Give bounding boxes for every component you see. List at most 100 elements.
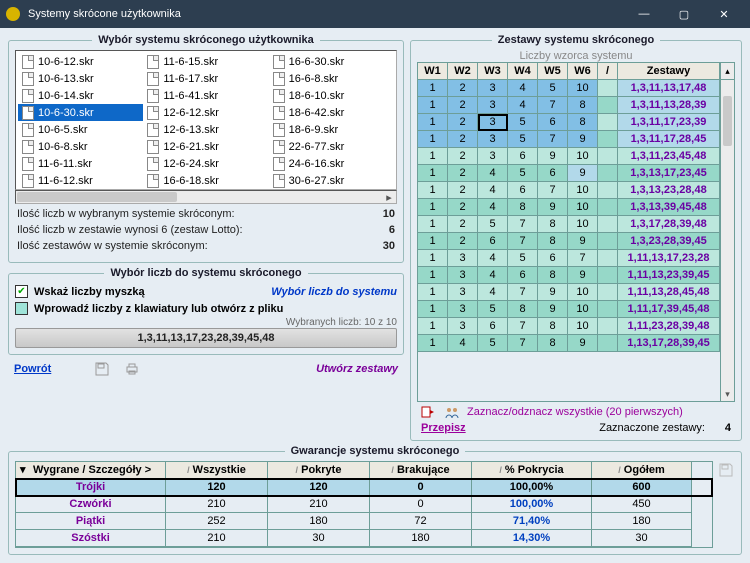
gw-header-cell[interactable]: / Wszystkie — [166, 462, 268, 479]
expand-icon[interactable]: ▾ — [20, 462, 30, 478]
print-icon[interactable] — [123, 361, 141, 377]
create-sets-link[interactable]: Utwórz zestawy — [316, 363, 398, 375]
file-item[interactable]: 11-6-17.skr — [143, 70, 268, 87]
file-name: 18-6-42.skr — [289, 107, 345, 119]
sets-cell: 3 — [448, 301, 478, 318]
sets-header-cell[interactable]: W4 — [508, 63, 538, 80]
mouse-checkbox[interactable]: ✔ — [15, 285, 28, 298]
sets-row[interactable]: 12578101,3,17,28,39,48 — [418, 216, 720, 233]
back-link[interactable]: Powrót — [14, 363, 51, 375]
rewrite-link[interactable]: Przepisz — [421, 422, 466, 434]
file-item[interactable]: 10-6-5.skr — [18, 121, 143, 138]
file-item[interactable]: 30-6-27.skr — [269, 172, 394, 189]
sets-row[interactable]: 1346891,11,13,23,39,45 — [418, 267, 720, 284]
file-list[interactable]: 10-6-12.skr11-6-15.skr 16-6-30.skr 10-6-13… — [15, 50, 397, 190]
file-item[interactable]: 12-6-24.skr — [143, 155, 268, 172]
save-guarantees-icon[interactable] — [717, 461, 735, 479]
file-item[interactable]: 18-6-42.skr — [269, 104, 394, 121]
file-item[interactable]: 12-6-13.skr — [143, 121, 268, 138]
sets-row[interactable]: 13479101,11,13,28,45,48 — [418, 284, 720, 301]
copy-icon[interactable] — [419, 404, 437, 420]
sets-row[interactable]: 1235791,3,11,17,28,45 — [418, 131, 720, 148]
file-item[interactable]: 16-6-30.skr — [269, 53, 394, 70]
gw-header-cell[interactable]: / Pokryte — [268, 462, 370, 479]
guarantees-table[interactable]: ▾ Wygrane / Szczegóły >/ Wszystkie/ Pokr… — [15, 461, 713, 548]
sort-icon[interactable]: / — [499, 465, 502, 475]
scroll-right-icon[interactable]: ▸ — [382, 191, 396, 203]
scroll-down-icon[interactable]: ▾ — [721, 387, 734, 401]
file-icon — [273, 89, 285, 103]
file-item[interactable]: 11-6-11.skr — [18, 155, 143, 172]
sets-vscroll[interactable]: ▾ — [720, 80, 734, 401]
file-item[interactable]: 12-6-12.skr — [143, 104, 268, 121]
file-item[interactable]: 18-6-9.skr — [269, 121, 394, 138]
file-item[interactable]: 24-6-16.skr — [269, 155, 394, 172]
sets-row[interactable]: 12467101,3,13,23,28,48 — [418, 182, 720, 199]
maximize-button[interactable]: ▢ — [664, 0, 704, 28]
sets-row[interactable]: 1345671,11,13,17,23,28 — [418, 250, 720, 267]
file-item[interactable]: 12-6-21.skr — [143, 138, 268, 155]
sort-icon[interactable]: / — [296, 465, 299, 475]
sets-cell: 7 — [568, 250, 598, 267]
sets-header-cell[interactable]: W5 — [538, 63, 568, 80]
sets-grid[interactable]: W1W2W3W4W5W6/Zestawy ▴ 12345101,3,11,13,… — [417, 62, 735, 402]
sort-icon[interactable]: / — [187, 465, 190, 475]
file-item[interactable]: 10-6-8.skr — [18, 138, 143, 155]
file-name: 12-6-12.skr — [163, 107, 219, 119]
sets-combo-cell: 1,3,11,13,17,48 — [618, 80, 720, 97]
file-item[interactable]: 10-6-14.skr — [18, 87, 143, 104]
gw-header-cell[interactable]: / Ogółem — [592, 462, 692, 479]
sets-row[interactable]: 13678101,11,23,28,39,48 — [418, 318, 720, 335]
sets-row[interactable]: 13589101,11,17,39,45,48 — [418, 301, 720, 318]
file-item[interactable]: 10-6-13.skr — [18, 70, 143, 87]
file-item[interactable]: 10-6-30.skr — [18, 104, 143, 121]
gw-header-cell[interactable]: ▾ Wygrane / Szczegóły > — [16, 462, 166, 479]
file-item[interactable]: 11-6-12.skr — [18, 172, 143, 189]
sets-row[interactable]: 12489101,3,13,39,45,48 — [418, 199, 720, 216]
file-name: 16-6-30.skr — [289, 56, 345, 68]
mark-all-link[interactable]: Zaznacz/odznacz wszystkie (20 pierwszych… — [467, 406, 683, 418]
sets-header-cell[interactable]: W6 — [568, 63, 598, 80]
file-item[interactable]: 18-6-10.skr — [269, 87, 394, 104]
sets-cell: 2 — [448, 199, 478, 216]
minimize-button[interactable]: — — [624, 0, 664, 28]
sets-header-cell[interactable]: W1 — [418, 63, 448, 80]
scroll-thumb[interactable] — [17, 192, 177, 202]
scroll-up-icon[interactable]: ▴ — [720, 63, 734, 80]
gw-cell: 600 — [592, 479, 692, 496]
file-item[interactable]: 11-6-41.skr — [143, 87, 268, 104]
sets-row[interactable]: 1457891,13,17,28,39,45 — [418, 335, 720, 352]
sets-header-cell[interactable]: W3 — [478, 63, 508, 80]
sets-row[interactable]: 1235681,3,11,17,23,39 — [418, 114, 720, 131]
sets-header-cell[interactable]: W2 — [448, 63, 478, 80]
file-list-hscroll[interactable]: ◂ ▸ — [15, 190, 397, 204]
close-button[interactable]: ✕ — [704, 0, 744, 28]
sets-cell: 1 — [418, 97, 448, 114]
sets-row[interactable]: 1245691,3,13,17,23,45 — [418, 165, 720, 182]
users-icon[interactable] — [443, 404, 461, 420]
sets-header-cell[interactable]: Zestawy — [618, 63, 720, 80]
file-item[interactable]: 10-6-12.skr — [18, 53, 143, 70]
sets-row[interactable]: 12345101,3,11,13,17,48 — [418, 80, 720, 97]
file-item[interactable]: 16-6-18.skr — [143, 172, 268, 189]
sets-header-cell[interactable]: / — [598, 63, 618, 80]
gw-header-cell[interactable]: / Brakujące — [370, 462, 472, 479]
file-item[interactable]: 16-6-8.skr — [269, 70, 394, 87]
sort-icon[interactable]: / — [618, 465, 621, 475]
sets-cell: 3 — [478, 80, 508, 97]
choose-numbers-link[interactable]: Wybór liczb do systemu — [271, 286, 397, 298]
sets-row[interactable]: 12369101,3,11,23,45,48 — [418, 148, 720, 165]
sets-cell: 1 — [418, 80, 448, 97]
sets-combo-cell: 1,3,11,23,45,48 — [618, 148, 720, 165]
file-checkbox[interactable] — [15, 302, 28, 315]
gw-row-name: Piątki — [16, 513, 166, 530]
sort-icon[interactable]: / — [391, 465, 394, 475]
sets-row[interactable]: 1234781,3,11,13,28,39 — [418, 97, 720, 114]
save-icon[interactable] — [93, 361, 111, 377]
file-name: 12-6-13.skr — [163, 124, 219, 136]
sets-row[interactable]: 1267891,3,23,28,39,45 — [418, 233, 720, 250]
file-item[interactable]: 11-6-15.skr — [143, 53, 268, 70]
gw-header-cell[interactable]: / % Pokrycia — [472, 462, 592, 479]
file-item[interactable]: 22-6-77.skr — [269, 138, 394, 155]
vscroll-thumb[interactable] — [723, 96, 732, 146]
